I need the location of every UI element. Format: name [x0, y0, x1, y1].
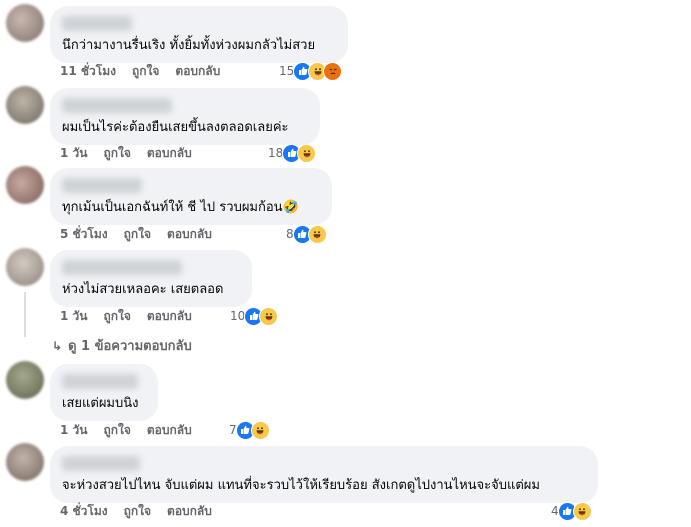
haha-icon	[297, 143, 317, 163]
commenter-name[interactable]	[62, 374, 138, 389]
view-replies-link[interactable]: ↳ ดู 1 ข้อความตอบกลับ	[52, 335, 192, 356]
comment-meta: 4 ชั่วโมง ถูกใจ ตอบกลับ	[60, 501, 228, 521]
commenter-name[interactable]	[62, 16, 132, 31]
comment-bubble: จะห่วงสวยไปไหน จับแต่ผม แทนที่จะรวบไว้ให…	[50, 446, 598, 503]
haha-icon	[250, 420, 270, 440]
comment-bubble: ทุกเม้นเป็นเอกฉันท์ให้ ชี ไป รวบผมก้อน🤣	[50, 168, 332, 225]
like-button[interactable]: ถูกใจ	[103, 144, 130, 163]
commenter-name[interactable]	[62, 456, 140, 471]
comment-meta: 1 วัน ถูกใจ ตอบกลับ	[60, 306, 208, 326]
reply-button[interactable]: ตอบกลับ	[147, 307, 192, 326]
comment-text: เสยแต่ผมบนิง	[62, 396, 139, 411]
comment-bubble: ห่วงไม่สวยเหลอคะ เสยตลอด	[50, 250, 252, 307]
thread-line	[24, 292, 26, 337]
reply-arrow-icon: ↳	[52, 338, 63, 353]
reaction-summary[interactable]: 8	[286, 224, 327, 244]
reaction-count: 15	[279, 64, 295, 78]
reply-button[interactable]: ตอบกลับ	[147, 421, 192, 440]
like-button[interactable]: ถูกใจ	[132, 62, 159, 81]
comment-text: ผมเป็นไรค่ะต้องยืนเสยขึ้นลงตลอดเลยค่ะ	[62, 120, 289, 135]
avatar[interactable]	[6, 248, 44, 286]
haha-icon	[259, 306, 279, 326]
comment-text: ทุกเม้นเป็นเอกฉันท์ให้ ชี ไป รวบผมก้อน🤣	[62, 200, 299, 215]
reply-button[interactable]: ตอบกลับ	[147, 144, 192, 163]
reaction-summary[interactable]: 15	[279, 61, 343, 81]
haha-icon	[572, 501, 592, 521]
comment-meta: 1 วัน ถูกใจ ตอบกลับ	[60, 420, 208, 440]
comment-text: จะห่วงสวยไปไหน จับแต่ผม แทนที่จะรวบไว้ให…	[62, 478, 540, 493]
like-button[interactable]: ถูกใจ	[124, 225, 151, 244]
comment-time[interactable]: 4 ชั่วโมง	[60, 502, 108, 521]
commenter-name[interactable]	[62, 178, 142, 193]
like-button[interactable]: ถูกใจ	[103, 421, 130, 440]
reaction-summary[interactable]: 18	[268, 143, 317, 163]
reaction-summary[interactable]: 4	[551, 501, 592, 521]
reaction-summary[interactable]: 7	[229, 420, 270, 440]
commenter-name[interactable]	[62, 98, 172, 113]
comment-bubble: ผมเป็นไรค่ะต้องยืนเสยขึ้นลงตลอดเลยค่ะ	[50, 88, 320, 145]
reaction-summary[interactable]: 10	[230, 306, 279, 326]
comment-meta: 11 ชั่วโมง ถูกใจ ตอบกลับ	[60, 61, 236, 81]
like-button[interactable]: ถูกใจ	[124, 502, 151, 521]
comment-meta: 1 วัน ถูกใจ ตอบกลับ	[60, 143, 208, 163]
comment-text: นึกว่ามางานรื่นเริง ทั้งยิ้มทั้งห่วงผมกล…	[62, 38, 316, 53]
comment-time[interactable]: 1 วัน	[60, 421, 87, 440]
comment-bubble: นึกว่ามางานรื่นเริง ทั้งยิ้มทั้งห่วงผมกล…	[50, 6, 348, 63]
comment-time[interactable]: 1 วัน	[60, 307, 87, 326]
reaction-count: 18	[268, 146, 284, 160]
reply-button[interactable]: ตอบกลับ	[175, 62, 220, 81]
comment-time[interactable]: 5 ชั่วโมง	[60, 225, 108, 244]
reply-button[interactable]: ตอบกลับ	[167, 225, 212, 244]
commenter-name[interactable]	[62, 260, 182, 275]
angry-icon	[323, 61, 343, 81]
avatar[interactable]	[6, 361, 44, 399]
reply-button[interactable]: ตอบกลับ	[167, 502, 212, 521]
comment-meta: 5 ชั่วโมง ถูกใจ ตอบกลับ	[60, 224, 228, 244]
haha-icon	[307, 224, 327, 244]
comment-time[interactable]: 11 ชั่วโมง	[60, 62, 116, 81]
like-button[interactable]: ถูกใจ	[103, 307, 130, 326]
reaction-count: 10	[230, 309, 246, 323]
avatar[interactable]	[6, 86, 44, 124]
comment-text: ห่วงไม่สวยเหลอคะ เสยตลอด	[62, 282, 224, 297]
comment-bubble: เสยแต่ผมบนิง	[50, 364, 158, 421]
avatar[interactable]	[6, 166, 44, 204]
comment-time[interactable]: 1 วัน	[60, 144, 87, 163]
view-replies-label: ดู 1 ข้อความตอบกลับ	[68, 339, 192, 354]
avatar[interactable]	[6, 443, 44, 481]
avatar[interactable]	[6, 4, 44, 42]
